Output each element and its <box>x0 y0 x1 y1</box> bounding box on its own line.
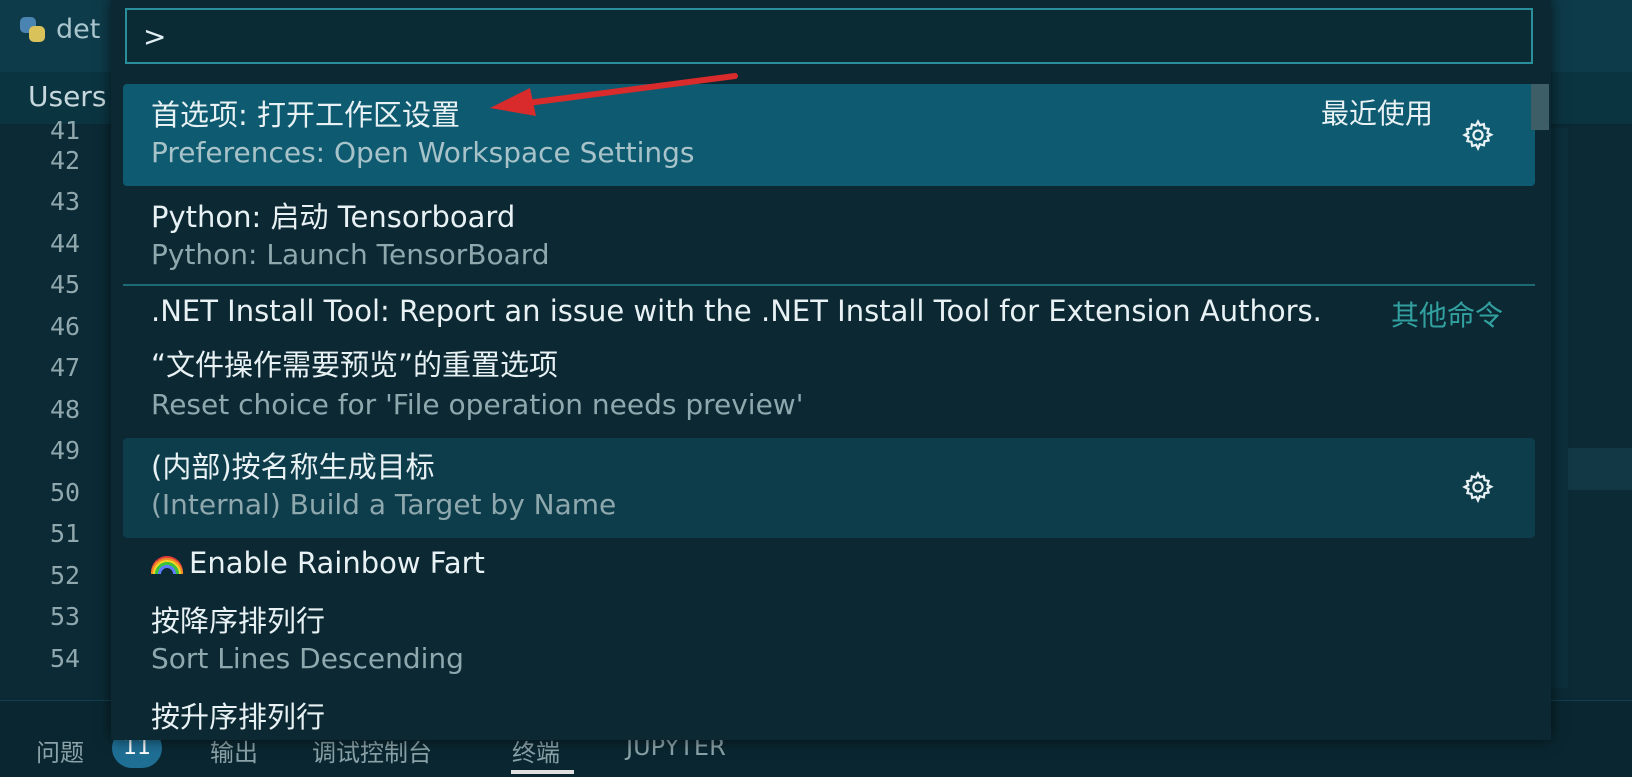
editor-tab-label: det <box>56 14 101 45</box>
python-file-icon <box>20 16 46 43</box>
line-number: 47 <box>50 353 81 382</box>
line-number: 50 <box>50 478 81 507</box>
tab-problems[interactable]: 问题 <box>36 733 84 768</box>
line-number: 41 <box>50 116 81 145</box>
group-separator <box>123 284 1535 286</box>
line-number: 44 <box>50 229 81 258</box>
line-number: 43 <box>50 187 81 216</box>
command-item[interactable]: (内部)按名称生成目标 (Internal) Build a Target by… <box>123 438 1535 538</box>
active-tab-indicator <box>511 770 574 774</box>
line-number: 49 <box>50 436 81 465</box>
line-number-gutter: 41 42 43 44 45 46 47 48 49 50 51 52 53 5… <box>0 116 110 694</box>
command-label: Enable Rainbow Fart <box>189 546 485 580</box>
editor-tab[interactable]: det <box>20 14 100 45</box>
line-number: 54 <box>50 644 81 673</box>
annotation-arrow-icon <box>490 73 738 116</box>
command-item[interactable]: Python: 启动 Tensorboard Python: Launch Te… <box>123 186 1535 284</box>
command-item[interactable]: “文件操作需要预览”的重置选项 Reset choice for 'File o… <box>123 340 1535 436</box>
line-number: 52 <box>50 561 81 590</box>
gear-icon[interactable] <box>1461 470 1495 504</box>
command-detail: Preferences: Open Workspace Settings <box>151 136 695 169</box>
other-commands-label: 其他命令 <box>1390 299 1503 332</box>
command-item[interactable]: 按降序排列行 Sort Lines Descending <box>123 592 1535 688</box>
command-label-row: Enable Rainbow Fart <box>151 546 485 580</box>
command-palette: 首选项: 打开工作区设置 Preferences: Open Workspace… <box>111 0 1551 740</box>
recently-used-label: 最近使用 <box>1320 97 1433 130</box>
command-detail: Sort Lines Descending <box>151 642 464 675</box>
command-label: Python: 启动 Tensorboard <box>151 200 516 234</box>
editor-scrollbar[interactable] <box>1548 128 1568 688</box>
command-item[interactable]: .NET Install Tool: Report an issue with … <box>123 288 1535 340</box>
command-label: 按降序排列行 <box>151 604 326 638</box>
command-detail: (Internal) Build a Target by Name <box>151 488 617 521</box>
line-number: 53 <box>50 602 81 631</box>
command-label: 按升序排列行 <box>151 700 326 734</box>
command-label: “文件操作需要预览”的重置选项 <box>151 348 559 382</box>
line-number: 46 <box>50 312 81 341</box>
command-label: 首选项: 打开工作区设置 <box>151 98 460 132</box>
line-number: 42 <box>50 146 81 175</box>
palette-scrollbar[interactable] <box>1531 84 1549 130</box>
line-number: 51 <box>50 519 81 548</box>
command-label: (内部)按名称生成目标 <box>151 450 435 484</box>
line-number: 48 <box>50 395 81 424</box>
gear-icon[interactable] <box>1461 118 1495 152</box>
command-label: .NET Install Tool: Report an issue with … <box>151 294 1322 328</box>
command-detail: Reset choice for 'File operation needs p… <box>151 388 804 421</box>
command-item[interactable]: 按升序排列行 <box>123 688 1535 740</box>
command-detail: Python: Launch TensorBoard <box>151 238 550 271</box>
line-number: 45 <box>50 270 81 299</box>
command-item[interactable]: 首选项: 打开工作区设置 Preferences: Open Workspace… <box>123 84 1535 186</box>
command-item[interactable]: Enable Rainbow Fart <box>123 540 1535 592</box>
breadcrumb-item[interactable]: Users <box>28 80 106 113</box>
rainbow-icon <box>151 556 183 574</box>
command-input[interactable] <box>125 8 1533 64</box>
